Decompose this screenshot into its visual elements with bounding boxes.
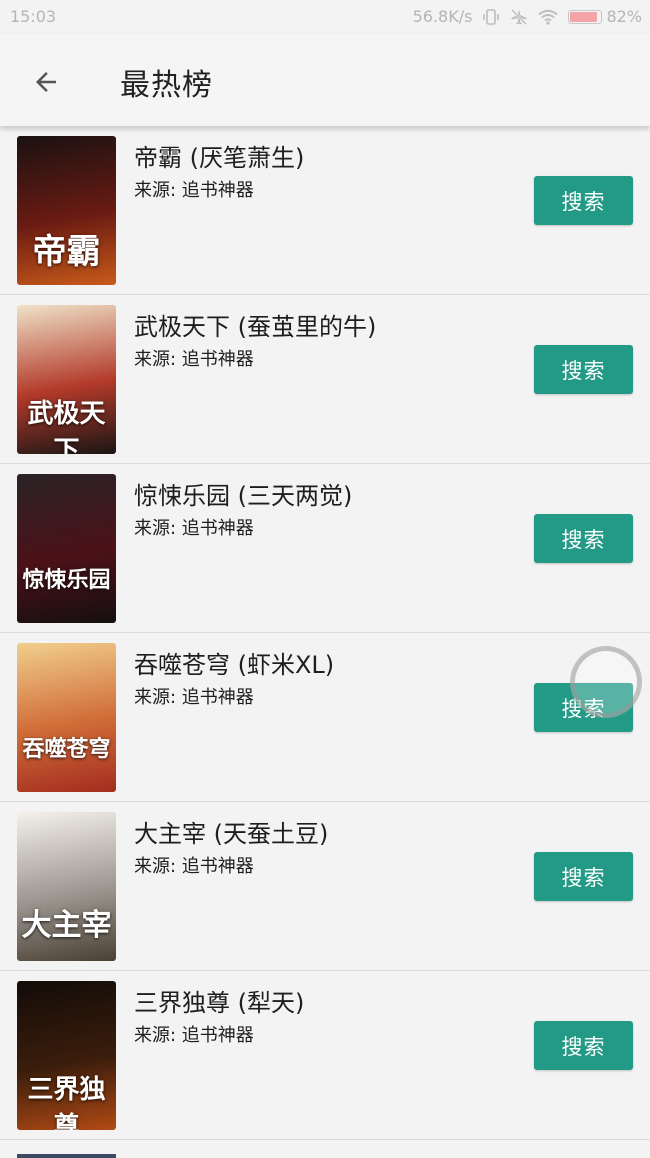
status-icons: 56.8K/s 82% — [413, 7, 642, 26]
status-time: 15:03 — [10, 7, 57, 26]
airplane-mode-icon — [510, 8, 528, 26]
book-cover — [17, 1154, 116, 1158]
book-cover-text: 帝霸 — [32, 232, 101, 272]
book-cover-text: 武极天下 — [27, 399, 106, 454]
book-cover[interactable]: 武极天下 — [17, 305, 116, 454]
search-button[interactable]: 搜索 — [534, 176, 633, 225]
book-source: 来源: 追书神器 — [134, 518, 254, 539]
book-title: 三界独尊 (犁天) — [134, 989, 305, 1017]
book-title: 帝霸 (厌笔萧生) — [134, 144, 305, 172]
book-cover[interactable]: 吞噬苍穹 — [17, 643, 116, 792]
book-list-item[interactable]: 三界独尊 三界独尊 (犁天) 来源: 追书神器 搜索 — [0, 971, 650, 1140]
book-list-item[interactable]: 帝霸 帝霸 (厌笔萧生) 来源: 追书神器 搜索 — [0, 126, 650, 295]
book-source: 来源: 追书神器 — [134, 687, 254, 708]
page-title: 最热榜 — [120, 68, 213, 103]
book-title: 吞噬苍穹 (虾米XL) — [134, 651, 335, 679]
book-cover[interactable]: 帝霸 — [17, 136, 116, 285]
battery-indicator: 82% — [568, 7, 642, 26]
battery-icon — [568, 9, 603, 24]
book-cover-text: 三界独尊 — [27, 1075, 106, 1130]
book-list: 帝霸 帝霸 (厌笔萧生) 来源: 追书神器 搜索 武极天下 武极天下 (蚕茧里的牛) 来源:… — [0, 126, 650, 1140]
book-cover-text: 吞噬苍穹 — [22, 736, 111, 762]
book-source: 来源: 追书神器 — [134, 1025, 254, 1046]
network-speed: 56.8K/s — [412, 7, 473, 26]
book-list-item[interactable]: 武极天下 武极天下 (蚕茧里的牛) 来源: 追书神器 搜索 — [0, 295, 650, 464]
app-bar: 最热榜 — [0, 34, 650, 126]
book-title: 惊悚乐园 (三天两觉) — [134, 482, 353, 510]
book-list-item[interactable]: 大主宰 大主宰 (天蚕土豆) 来源: 追书神器 搜索 — [0, 802, 650, 971]
book-cover-text: 惊悚乐园 — [22, 567, 111, 593]
book-source: 来源: 追书神器 — [134, 180, 254, 201]
partial-list-item — [0, 1146, 650, 1158]
book-cover[interactable]: 惊悚乐园 — [17, 474, 116, 623]
search-button[interactable]: 搜索 — [534, 514, 633, 563]
search-button[interactable]: 搜索 — [534, 683, 633, 732]
book-list-item[interactable]: 吞噬苍穹 吞噬苍穹 (虾米XL) 来源: 追书神器 搜索 — [0, 633, 650, 802]
book-list-item[interactable]: 惊悚乐园 惊悚乐园 (三天两觉) 来源: 追书神器 搜索 — [0, 464, 650, 633]
book-cover[interactable]: 大主宰 — [17, 812, 116, 961]
book-source: 来源: 追书神器 — [134, 856, 254, 877]
vibrate-icon — [482, 8, 500, 26]
book-title: 大主宰 (天蚕土豆) — [134, 820, 329, 848]
arrow-left-icon — [36, 72, 56, 92]
search-button[interactable]: 搜索 — [534, 345, 633, 394]
status-bar: 15:03 56.8K/s 82% — [0, 0, 650, 34]
battery-fill — [570, 11, 597, 22]
book-cover[interactable]: 三界独尊 — [17, 981, 116, 1130]
search-button[interactable]: 搜索 — [534, 1021, 633, 1070]
back-button[interactable] — [22, 58, 70, 106]
battery-percent: 82% — [606, 7, 642, 26]
search-button[interactable]: 搜索 — [534, 852, 633, 901]
wifi-icon — [538, 9, 559, 25]
book-title: 武极天下 (蚕茧里的牛) — [134, 313, 377, 341]
book-source: 来源: 追书神器 — [134, 349, 254, 370]
book-cover-text: 大主宰 — [21, 908, 112, 943]
